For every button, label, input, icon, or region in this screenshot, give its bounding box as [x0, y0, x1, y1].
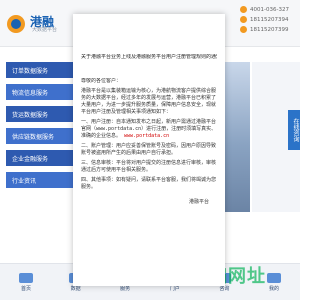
document-link[interactable]: www.portdata.cn — [124, 133, 169, 139]
left-menu-item[interactable]: 货运数据服务 — [6, 106, 78, 122]
document-signature: 港融平台 — [188, 199, 209, 205]
left-menu-item[interactable]: 行业资讯 — [6, 172, 78, 188]
contact-value: 4001-036-327 — [250, 6, 289, 13]
user-icon — [266, 273, 281, 283]
online-consult-tab[interactable]: 在线咨询 — [288, 110, 300, 150]
contact-value: 18115207399 — [250, 26, 289, 33]
contact-value: 18115207394 — [250, 16, 289, 23]
document-title: 关于港融平台业务上线及港融服务平台用户注册管理规则的通知 — [81, 54, 217, 60]
notice-document: 关于港融平台业务上线及港融服务平台用户注册管理规则的通知 尊敬的各位客户： 港融… — [73, 14, 225, 286]
document-paragraph: 二、账户管理：用户应妥善保管账号及密码，因用户原因导致账号被盗用所产生的后果由用… — [81, 143, 217, 156]
tab-label: 服务 — [120, 286, 131, 292]
contact-row: 18115207394 — [240, 16, 294, 23]
contact-row: 18115207399 — [240, 26, 294, 33]
document-body: 尊敬的各位客户： 港融平台是以集装箱运输为核心，为港航物流客户提供综合服务的大数… — [81, 78, 217, 274]
home-icon — [19, 273, 33, 283]
document-greeting: 尊敬的各位客户： — [81, 78, 122, 84]
left-menu: 订单数据服务 物流信息服务 货运数据服务 供应链数据服务 企业金融服务 行业资讯 — [6, 62, 78, 194]
contact-row: 4001-036-327 — [240, 6, 294, 13]
phone-icon — [240, 16, 247, 23]
tab-label: 首页 — [20, 286, 31, 292]
document-paragraph: 三、信息审核：平台将对用户提交的注册信息进行审核，审核通过后方可使用平台相关服务… — [81, 160, 217, 173]
left-menu-item[interactable]: 企业金融服务 — [6, 150, 78, 166]
tab-label: 数据 — [70, 286, 81, 292]
logo-icon — [6, 14, 26, 34]
phone-icon — [240, 6, 247, 13]
left-menu-item[interactable]: 订单数据服务 — [6, 62, 78, 78]
phone-icon — [240, 26, 247, 33]
document-paragraph: 四、其他事项：如有疑问，请联系平台客服，我们将竭诚为您服务。 — [81, 177, 217, 190]
left-menu-item[interactable]: 供应链数据服务 — [6, 128, 78, 144]
left-menu-item[interactable]: 物流信息服务 — [6, 84, 78, 100]
logo-subtext: 大数据平台 — [32, 26, 58, 33]
contact-list: 4001-036-327 18115207394 18115207399 — [240, 6, 294, 36]
document-paragraph: 一、用户注册：自本通知发布之日起，新用户需通过港融平台官网（www.portda… — [81, 119, 217, 140]
logo-text: 港融 — [30, 14, 55, 29]
tab-home[interactable]: 首页 — [8, 273, 44, 292]
document-paragraph: 港融平台是以集装箱运输为核心，为港航物流客户提供综合服务的大数据平台，经过多年的… — [81, 88, 217, 115]
